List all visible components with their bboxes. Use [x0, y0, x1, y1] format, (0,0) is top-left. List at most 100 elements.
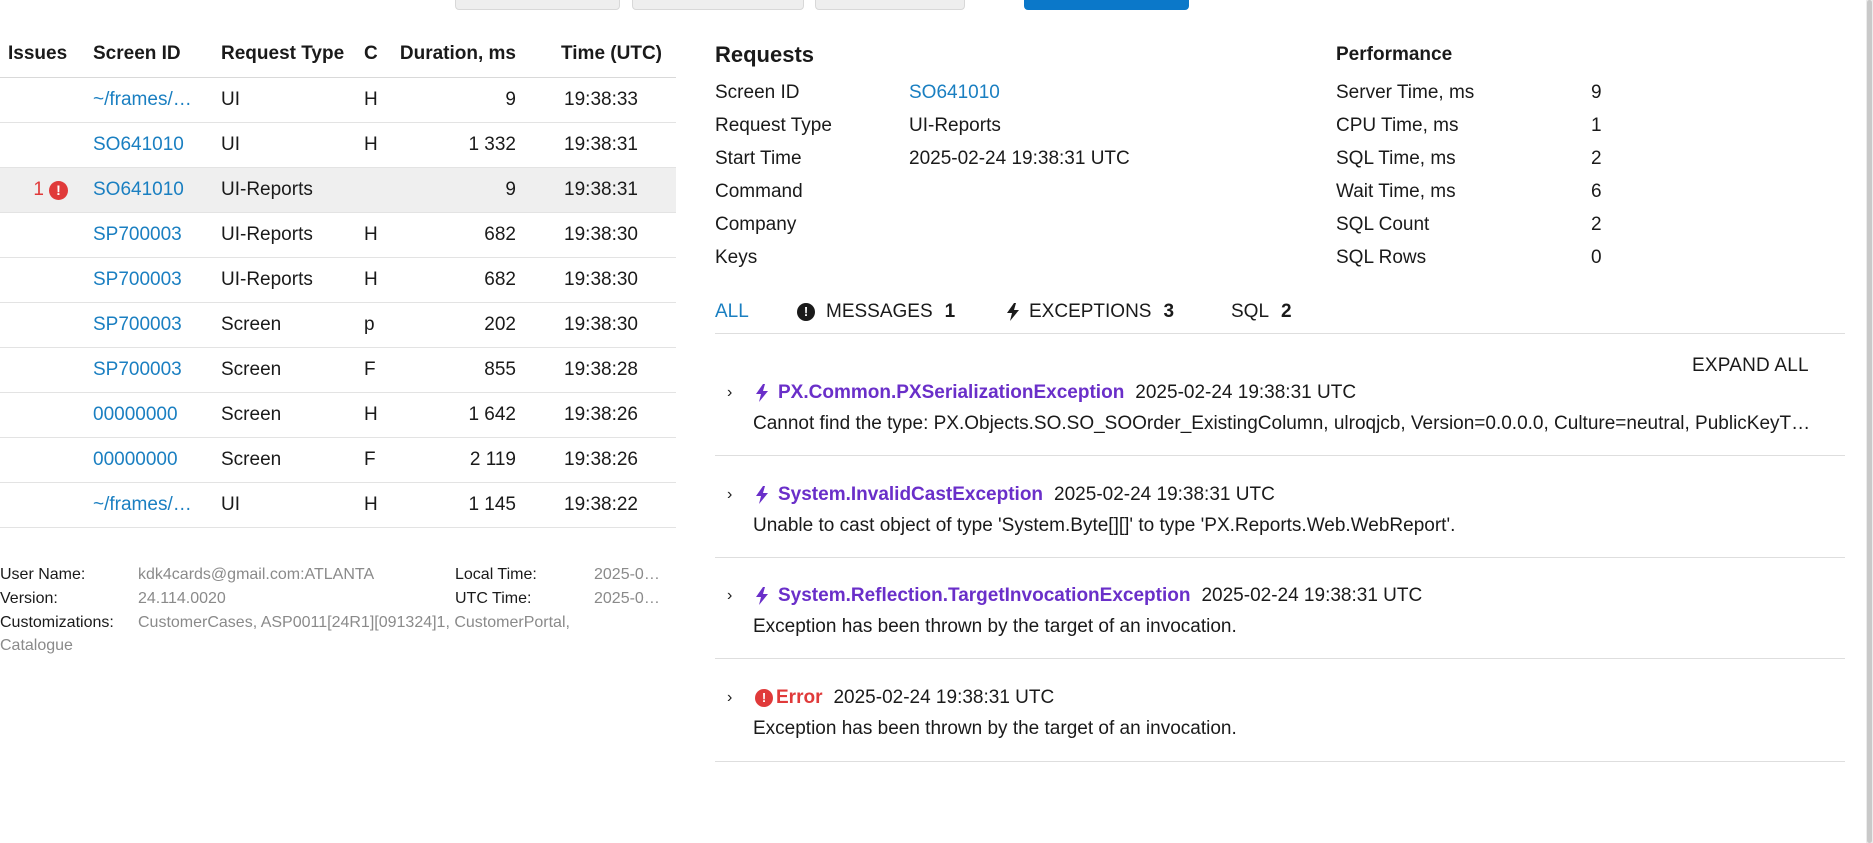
cell-command: H — [364, 494, 377, 515]
sql-time-label: SQL Time, ms — [1336, 148, 1456, 169]
cell-request-type: Screen — [221, 359, 282, 380]
sql-rows-value: 0 — [1591, 247, 1602, 268]
cell-time: 19:38:31 — [564, 134, 638, 155]
cell-screen-id-link[interactable]: SP700003 — [80, 269, 208, 291]
local-time-value: 2025-0… — [594, 566, 660, 583]
table-row[interactable]: SP700003 Screen p 202 19:38:30 — [0, 303, 676, 348]
user-name-label: User Name: — [0, 566, 86, 583]
table-row[interactable]: SP700003 UI-Reports H 682 19:38:30 — [0, 213, 676, 258]
message-header[interactable]: ›! Error 2025-02-24 19:38:31 UTC — [727, 687, 1054, 709]
utc-time-value: 2025-0… — [594, 590, 660, 607]
toolbar-button-2[interactable] — [632, 0, 804, 10]
table-row[interactable]: ~/frames/… UI H 9 19:38:33 — [0, 78, 676, 123]
cell-screen-id-link[interactable]: SO641010 — [80, 179, 208, 201]
table-row[interactable]: 1! SO641010 UI-Reports 9 19:38:31 — [0, 168, 676, 213]
wait-time-value: 6 — [1591, 181, 1602, 202]
cell-screen-id-link[interactable]: ~/frames/… — [80, 494, 208, 516]
message-entry[interactable]: › System.InvalidCastException 2025-02-24 1… — [715, 474, 1845, 558]
cell-command: H — [364, 404, 377, 425]
cell-command: H — [364, 134, 377, 155]
cell-request-type: UI-Reports — [221, 269, 313, 290]
message-header[interactable]: › PX.Common.PXSerializationException 2025-… — [727, 382, 1356, 404]
tab-sql[interactable]: SQL 2 — [1231, 294, 1292, 330]
cell-request-type: Screen — [221, 449, 282, 470]
table-row[interactable]: ~/frames/… UI H 1 145 19:38:22 — [0, 483, 676, 528]
cell-issues: 1! — [0, 179, 80, 201]
header-request-type[interactable]: Request Type — [208, 43, 357, 65]
cell-request-type: Screen — [221, 404, 282, 425]
cell-request-type: Screen — [221, 314, 282, 335]
vertical-scrollbar-thumb[interactable] — [1867, 0, 1872, 843]
message-text: Exception has been thrown by the target … — [753, 718, 1237, 739]
cell-screen-id-link[interactable]: SO641010 — [80, 134, 208, 156]
message-header[interactable]: › System.Reflection.TargetInvocationExcep… — [727, 585, 1422, 607]
version-value: 24.114.0020 — [138, 590, 226, 607]
cell-screen-id-link[interactable]: SP700003 — [80, 224, 208, 246]
chevron-right-icon[interactable]: › — [727, 486, 743, 504]
tab-exceptions-count: 3 — [1163, 301, 1175, 322]
toolbar-button-1[interactable] — [455, 0, 620, 10]
detail-tabs: ALL ! MESSAGES 1 EXCEPTIONS 3 SQL 2 — [715, 294, 1845, 334]
top-toolbar — [0, 0, 1873, 12]
cell-request-type: UI — [221, 89, 240, 110]
tab-sql-label: SQL — [1231, 301, 1270, 322]
exclamation-circle-icon: ! — [49, 180, 68, 200]
tab-sql-count: 2 — [1281, 301, 1292, 322]
toolbar-primary-button[interactable] — [1024, 0, 1189, 10]
table-row[interactable]: 00000000 Screen F 2 119 19:38:26 — [0, 438, 676, 483]
table-row[interactable]: SP700003 Screen F 855 19:38:28 — [0, 348, 676, 393]
cell-screen-id-link[interactable]: SP700003 — [80, 314, 208, 336]
toolbar-button-3[interactable] — [815, 0, 965, 10]
header-command[interactable]: C — [357, 43, 377, 65]
table-header: Issues Screen ID Request Type C Duration… — [0, 30, 676, 78]
table-row[interactable]: SO641010 UI H 1 332 19:38:31 — [0, 123, 676, 168]
tab-exceptions[interactable]: EXCEPTIONS 3 — [1006, 294, 1174, 330]
request-list-table: Issues Screen ID Request Type C Duration… — [0, 30, 676, 528]
table-row[interactable]: 00000000 Screen H 1 642 19:38:26 — [0, 393, 676, 438]
cell-duration: 1 642 — [468, 404, 516, 425]
cell-screen-id-link[interactable]: SP700003 — [80, 359, 208, 381]
message-entry[interactable]: › System.Reflection.TargetInvocationExcep… — [715, 575, 1845, 659]
cell-duration: 682 — [484, 269, 516, 290]
issue-count: 1 — [33, 179, 44, 200]
lightning-bolt-icon — [1007, 303, 1019, 321]
header-screen-id[interactable]: Screen ID — [80, 43, 208, 65]
keys-label: Keys — [715, 247, 758, 268]
message-name: System.InvalidCastException — [778, 484, 1044, 505]
message-header[interactable]: › System.InvalidCastException 2025-02-24 1… — [727, 484, 1275, 506]
message-name: PX.Common.PXSerializationException — [778, 382, 1125, 403]
exclamation-circle-icon: ! — [755, 689, 773, 707]
cpu-time-label: CPU Time, ms — [1336, 115, 1459, 136]
message-entry[interactable]: › PX.Common.PXSerializationException 2025-… — [715, 372, 1845, 456]
cell-screen-id-link[interactable]: 00000000 — [80, 404, 208, 426]
cell-duration: 202 — [484, 314, 516, 335]
chevron-right-icon[interactable]: › — [727, 689, 743, 707]
cell-command: p — [364, 314, 375, 335]
cell-time: 19:38:31 — [564, 179, 638, 200]
tab-messages-count: 1 — [944, 301, 956, 322]
request-type-label: Request Type — [715, 115, 832, 136]
cell-screen-id-link[interactable]: 00000000 — [80, 449, 208, 471]
cell-request-type: UI — [221, 134, 240, 155]
start-time-value: 2025-02-24 19:38:31 UTC — [909, 148, 1130, 169]
message-name: System.Reflection.TargetInvocationExcept… — [778, 585, 1191, 606]
table-row[interactable]: SP700003 UI-Reports H 682 19:38:30 — [0, 258, 676, 303]
tab-all[interactable]: ALL — [715, 294, 749, 330]
header-duration[interactable]: Duration, ms — [377, 43, 520, 65]
customizations-value: CustomerCases, ASP0011[24R1][091324]1, C… — [138, 614, 570, 631]
cell-screen-id-link[interactable]: ~/frames/… — [80, 89, 208, 111]
header-issues[interactable]: Issues — [0, 43, 80, 65]
cell-request-type: UI-Reports — [221, 179, 313, 200]
cell-time: 19:38:30 — [564, 269, 638, 290]
server-time-value: 9 — [1591, 82, 1602, 103]
chevron-right-icon[interactable]: › — [727, 384, 743, 402]
message-time: 2025-02-24 19:38:31 UTC — [833, 687, 1055, 708]
request-type-value: UI-Reports — [909, 115, 1001, 136]
screen-id-link[interactable]: SO641010 — [909, 82, 1000, 104]
wait-time-label: Wait Time, ms — [1336, 181, 1456, 202]
header-time[interactable]: Time (UTC) — [520, 43, 676, 65]
tab-messages[interactable]: ! MESSAGES 1 — [797, 294, 955, 330]
message-entry[interactable]: ›! Error 2025-02-24 19:38:31 UTC Exception … — [715, 677, 1845, 762]
chevron-right-icon[interactable]: › — [727, 587, 743, 605]
tab-messages-label: MESSAGES — [826, 301, 933, 322]
